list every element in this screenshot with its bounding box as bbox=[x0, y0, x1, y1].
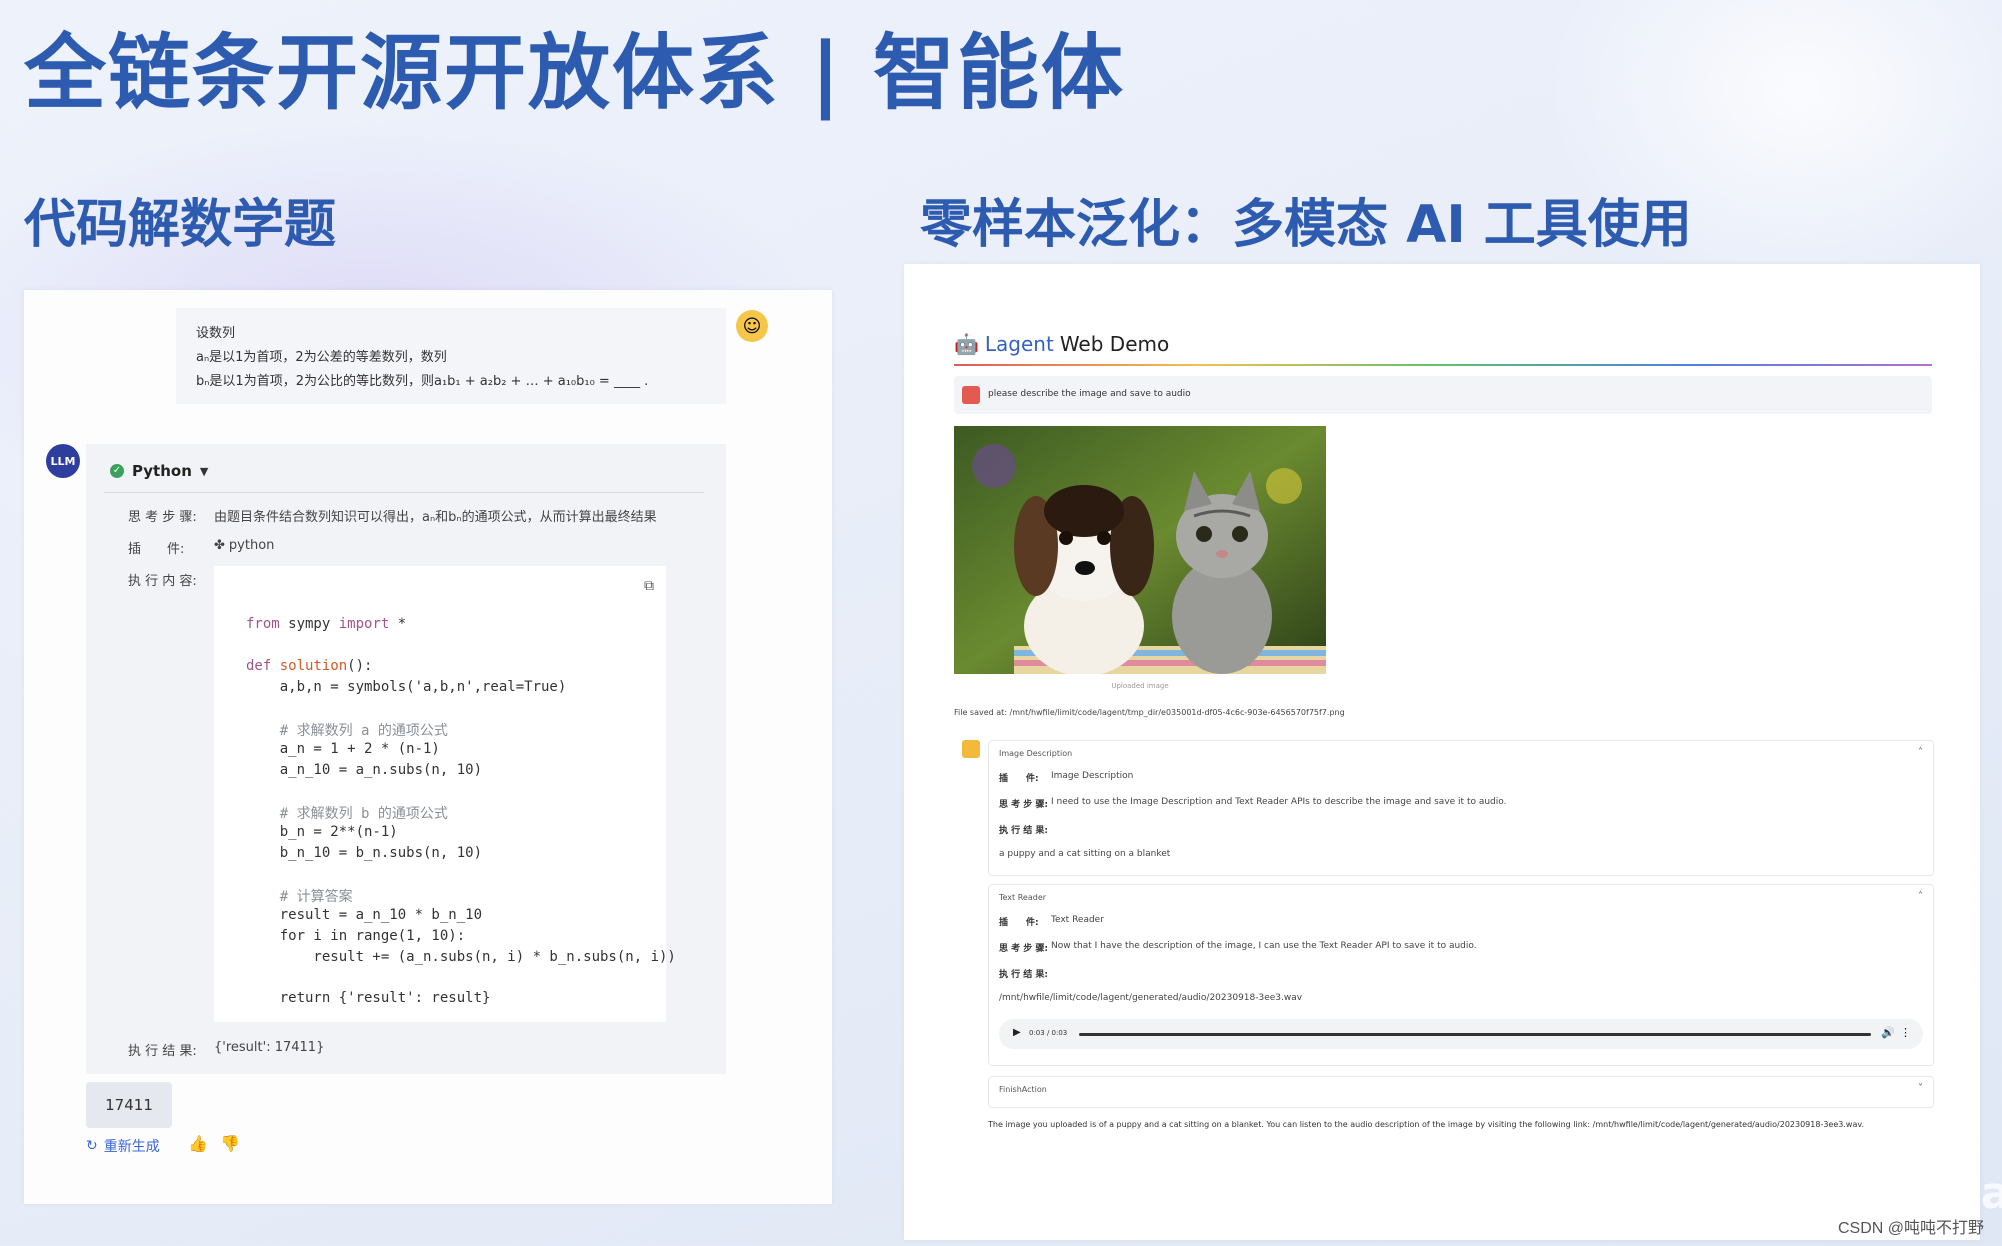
uploaded-image bbox=[954, 426, 1326, 674]
plugin-name: python bbox=[228, 538, 275, 553]
user-avatar: ☺ bbox=[736, 310, 768, 342]
exec-label: 执 行 内 容: bbox=[128, 574, 197, 589]
step-expander-text-reader[interactable]: Text Reader ˄ 插 件: Text Reader 思 考 步 骤: … bbox=[988, 884, 1934, 1066]
result-value: {'result': 17411} bbox=[214, 1040, 325, 1055]
user-prompt: please describe the image and save to au… bbox=[988, 389, 1191, 399]
final-answer: 17411 bbox=[86, 1082, 172, 1128]
think-label: 思 考 步 骤: bbox=[999, 944, 1048, 954]
chevron-up-icon[interactable]: ˄ bbox=[1918, 747, 1923, 758]
title-rule bbox=[954, 364, 1932, 366]
plugin-label: 插 件: bbox=[128, 542, 185, 557]
audio-progress[interactable] bbox=[1079, 1033, 1871, 1036]
refresh-icon: ↻ bbox=[86, 1138, 98, 1154]
tool-label: 插 件: bbox=[999, 918, 1039, 928]
right-heading: 零样本泛化：多模态 AI 工具使用 bbox=[920, 195, 1692, 255]
audio-time: 0:03 / 0:03 bbox=[1029, 1029, 1068, 1037]
csdn-watermark: CSDN @吨吨不打野 bbox=[1837, 1220, 1984, 1237]
code-line: def solution(): bbox=[246, 658, 373, 674]
step-expander-image-description[interactable]: Image Description ˄ 插 件: Image Descripti… bbox=[988, 740, 1934, 876]
thumbs-up-icon[interactable]: 👍 bbox=[188, 1134, 208, 1153]
final-answer-text: The image you uploaded is of a puppy and… bbox=[988, 1120, 1865, 1129]
audio-player[interactable]: ▶ 0:03 / 0:03 🔊 ⋮ bbox=[999, 1019, 1923, 1049]
think-value: I need to use the Image Description and … bbox=[1051, 797, 1507, 807]
code-line: # 计算答案 bbox=[246, 889, 353, 905]
code-line: result = a_n_10 * b_n_10 bbox=[246, 907, 483, 923]
slide-title: 全链条开源开放体系 | 智能体 bbox=[24, 26, 1126, 121]
chevron-up-icon[interactable]: ˄ bbox=[1918, 891, 1923, 902]
volume-icon[interactable]: 🔊 bbox=[1881, 1026, 1895, 1039]
plugin-value: ✤ python bbox=[214, 538, 274, 553]
more-options-icon[interactable]: ⋮ bbox=[1900, 1026, 1911, 1039]
code-line: b_n_10 = b_n.subs(n, 10) bbox=[246, 845, 483, 861]
app-title: 🤖 Lagent Web Demo bbox=[954, 332, 1169, 356]
think-label: 思 考 步 骤: bbox=[999, 800, 1048, 810]
play-icon[interactable]: ▶ bbox=[1013, 1027, 1021, 1038]
code-line: result += (a_n.subs(n, i) * b_n.subs(n, … bbox=[246, 949, 676, 965]
result-value: a puppy and a cat sitting on a blanket bbox=[999, 849, 1171, 859]
llm-avatar: LLM bbox=[46, 444, 80, 478]
think-value: Now that I have the description of the i… bbox=[1051, 941, 1477, 951]
code-line: a_n_10 = a_n.subs(n, 10) bbox=[246, 762, 483, 778]
robot-icon: 🤖 bbox=[954, 332, 979, 356]
question-line: aₙ是以1为首项，2为公差的等差数列，数列 bbox=[196, 350, 447, 365]
think-text: 由题目条件结合数列知识可以得出，aₙ和bₙ的通项公式，从而计算出最终结果 bbox=[214, 510, 657, 525]
result-label: 执 行 结 果: bbox=[999, 970, 1048, 980]
result-value: /mnt/hwfile/limit/code/lagent/generated/… bbox=[999, 993, 1303, 1003]
puppy-kitten-photo bbox=[954, 426, 1326, 674]
code-line: from sympy import * bbox=[246, 616, 407, 632]
copy-icon[interactable]: ⧉ bbox=[644, 578, 654, 594]
question-line: 设数列 bbox=[196, 326, 236, 341]
regenerate-label: 重新生成 bbox=[103, 1139, 160, 1155]
python-icon: ✤ bbox=[214, 538, 225, 553]
brand-watermark: OpenMMLab bbox=[1728, 1168, 2002, 1219]
code-line: for i in range(1, 10): bbox=[246, 928, 466, 944]
user-icon bbox=[962, 386, 980, 404]
code-line: # 求解数列 a 的通项公式 bbox=[246, 723, 448, 739]
code-line: b_n = 2**(n-1) bbox=[246, 824, 398, 840]
step-expander-finish[interactable]: FinishAction ˅ bbox=[988, 1076, 1934, 1108]
code-line: a,b,n = symbols('a,b,n',real=True) bbox=[246, 679, 567, 695]
chevron-down-icon[interactable]: ˅ bbox=[1918, 1083, 1923, 1094]
thumbs-down-icon[interactable]: 👎 bbox=[220, 1134, 240, 1153]
image-caption: Uploaded image bbox=[1111, 682, 1169, 690]
code-line: return {'result': result} bbox=[246, 990, 491, 1006]
divider bbox=[104, 492, 704, 493]
user-question: 设数列 aₙ是以1为首项，2为公差的等差数列，数列 bₙ是以1为首项，2为公比的… bbox=[176, 308, 726, 404]
file-saved-text: File saved at: /mnt/hwfile/limit/code/la… bbox=[954, 708, 1345, 717]
assistant-icon bbox=[962, 740, 980, 758]
chevron-down-icon: ▼ bbox=[199, 464, 209, 478]
result-label: 执 行 结 果: bbox=[128, 1044, 197, 1059]
tool-value: Text Reader bbox=[1051, 915, 1104, 925]
left-heading: 代码解数学题 bbox=[24, 195, 337, 255]
code-block: ⧉ from sympy import * def solution(): a,… bbox=[214, 566, 676, 1022]
tool-header[interactable]: ✓ Python ▼ bbox=[110, 462, 208, 480]
tool-label: 插 件: bbox=[999, 774, 1039, 784]
expander-title: Image Description bbox=[999, 749, 1073, 758]
user-prompt-row: please describe the image and save to au… bbox=[954, 376, 1932, 414]
question-line: bₙ是以1为首项，2为公比的等比数列，则a₁b₁ + a₂b₂ + … + a₁… bbox=[196, 374, 649, 389]
expander-title: FinishAction bbox=[999, 1085, 1047, 1094]
code-line: # 求解数列 b 的通项公式 bbox=[246, 806, 448, 822]
expander-title: Text Reader bbox=[999, 893, 1047, 902]
app-title-brand: Lagent bbox=[984, 332, 1054, 356]
app-title-rest: Web Demo bbox=[1059, 332, 1170, 356]
tool-value: Image Description bbox=[1051, 771, 1134, 781]
result-label: 执 行 结 果: bbox=[999, 826, 1048, 836]
think-label: 思 考 步 骤: bbox=[128, 510, 197, 525]
tool-status: Python bbox=[132, 462, 192, 480]
success-icon: ✓ bbox=[110, 464, 124, 478]
regenerate-button[interactable]: ↻ 重新生成 bbox=[86, 1136, 160, 1156]
code-line: a_n = 1 + 2 * (n-1) bbox=[246, 741, 440, 757]
